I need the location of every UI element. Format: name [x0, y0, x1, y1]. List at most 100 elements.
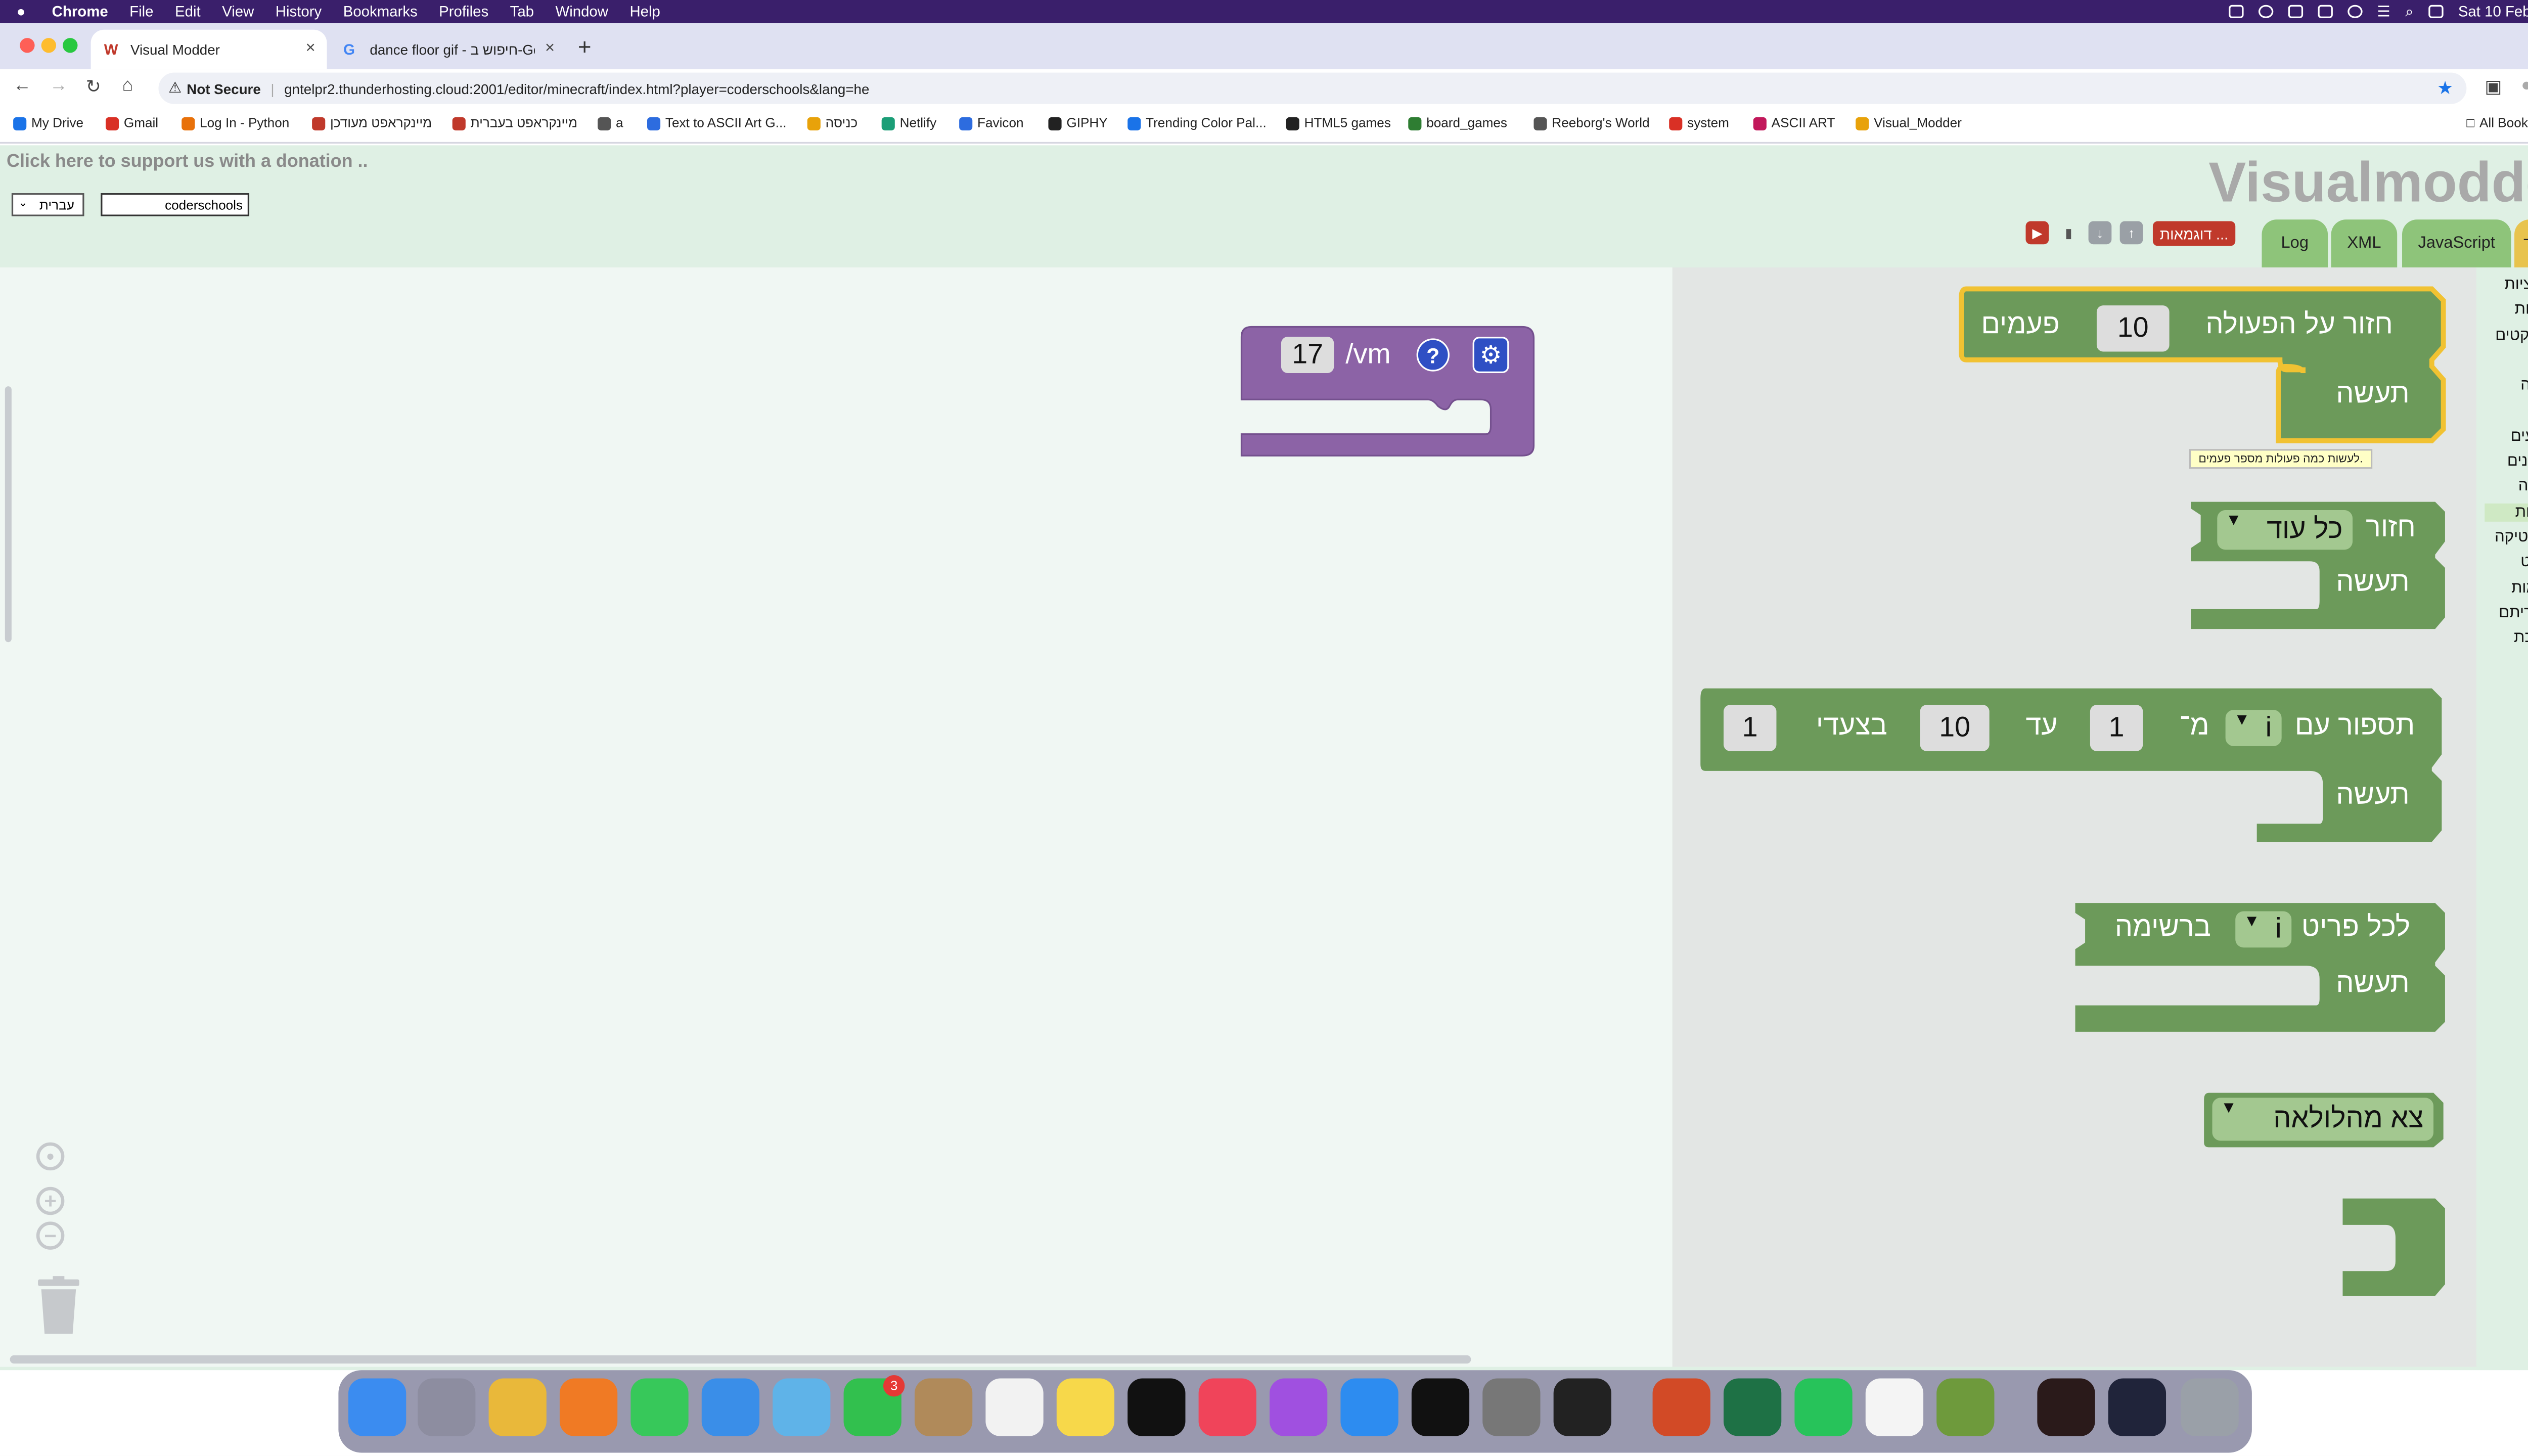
back-icon[interactable]: ← — [13, 76, 31, 96]
loop-container-block[interactable] — [2336, 1195, 2448, 1301]
bookmark-item[interactable]: מיינקראפט מעודכן — [312, 116, 432, 130]
warning-icon[interactable]: ⚠ — [168, 79, 182, 98]
security-label[interactable]: Not Secure — [187, 80, 261, 97]
powerpoint-icon[interactable] — [1652, 1378, 1710, 1436]
control-center-icon[interactable] — [2428, 5, 2444, 18]
menu-file[interactable]: File — [129, 4, 153, 20]
launchpad-icon[interactable] — [418, 1378, 476, 1436]
zoom-window-icon[interactable] — [63, 38, 78, 53]
recenter-icon[interactable]: • — [36, 1142, 65, 1171]
address-bar[interactable]: ⚠ Not Secure | gntelpr2.thunderhosting.c… — [158, 72, 2467, 104]
pycharm-icon[interactable] — [1411, 1378, 1470, 1436]
category-item[interactable]: טקסט — [2520, 554, 2528, 572]
all-bookmarks[interactable]: □ All Bookmarks — [2466, 116, 2528, 130]
menu-history[interactable]: History — [276, 4, 322, 20]
trash-button[interactable]: ▮ — [2057, 221, 2081, 245]
reload-icon[interactable]: ↻ — [86, 76, 101, 97]
minecraft-launcher-icon[interactable] — [1936, 1378, 1995, 1436]
finder-icon[interactable] — [348, 1378, 407, 1436]
music-icon[interactable] — [1198, 1378, 1256, 1436]
contacts-icon[interactable] — [914, 1378, 973, 1436]
zoom-in-icon[interactable]: + — [36, 1187, 65, 1215]
status-icon[interactable] — [2258, 5, 2273, 18]
apple-tv-icon[interactable] — [1127, 1378, 1186, 1436]
category-item[interactable]: אירועים — [2511, 427, 2528, 445]
app-store-icon[interactable] — [1340, 1378, 1398, 1436]
bookmark-item[interactable]: a — [598, 116, 623, 130]
for-from-field[interactable]: 1 — [2090, 705, 2143, 751]
wifi-icon[interactable]: ☰ — [2377, 3, 2390, 21]
zoom-out-icon[interactable]: − — [36, 1221, 65, 1250]
help-button[interactable]: ? — [1416, 338, 1450, 372]
play-icon[interactable] — [2347, 5, 2363, 18]
maps-icon[interactable] — [773, 1378, 831, 1436]
new-tab-icon[interactable]: + — [578, 33, 592, 59]
menu-view[interactable]: View — [222, 4, 254, 20]
upload-button[interactable]: ↑ — [2119, 221, 2143, 245]
close-window-icon[interactable] — [20, 38, 35, 53]
bookmark-item[interactable]: מיינקראפט בעברית — [452, 116, 577, 130]
screen-icon[interactable] — [2317, 5, 2333, 18]
player-input[interactable]: coderschools — [101, 193, 250, 216]
for-by-field[interactable]: 1 — [1723, 705, 1777, 751]
trash-icon[interactable] — [2181, 1378, 2239, 1436]
category-item[interactable]: לוגיקה — [2518, 478, 2528, 496]
system-settings-icon[interactable] — [1482, 1378, 1541, 1436]
close-tab-icon[interactable]: × — [306, 39, 315, 58]
menu-profiles[interactable]: Profiles — [439, 4, 488, 20]
bookmark-item[interactable]: Trending Color Pal... — [1127, 116, 1267, 130]
tab-javascript[interactable]: JavaScript — [2402, 219, 2511, 267]
tab-dance-floor[interactable]: G dance floor gif - חיפוש ב-Goo × — [330, 30, 566, 69]
bookmark-item[interactable]: ASCII ART — [1753, 116, 1835, 130]
home-icon[interactable]: ⌂ — [122, 76, 133, 96]
close-tab-icon[interactable]: × — [545, 39, 555, 58]
minecraft-icon[interactable] — [1553, 1378, 1611, 1436]
spotlight-icon[interactable]: ⌕ — [2405, 3, 2413, 21]
tab-code-snippets[interactable]: קטעי קוד — [2514, 219, 2528, 267]
workspace-vertical-scrollbar[interactable] — [5, 386, 12, 643]
category-item[interactable]: פונקציות — [2504, 276, 2528, 294]
notes-icon[interactable] — [1056, 1378, 1115, 1436]
for-variable-dropdown[interactable]: ▼ i — [2225, 710, 2282, 746]
repeat-times-field[interactable]: 10 — [2096, 305, 2170, 352]
grid-icon[interactable] — [2288, 5, 2303, 18]
bookmark-item[interactable]: Netlify — [881, 116, 936, 130]
workspace-trash-icon[interactable] — [36, 1276, 81, 1336]
category-item[interactable]: משתנים — [2507, 452, 2528, 471]
game-icon[interactable] — [2037, 1378, 2095, 1436]
minimize-window-icon[interactable] — [41, 38, 57, 53]
menubar-clock[interactable]: Sat 10 Feb 10:36 — [2458, 4, 2528, 20]
workspace-horizontal-scrollbar[interactable] — [10, 1355, 1471, 1364]
messages-icon[interactable] — [630, 1378, 689, 1436]
bookmark-item[interactable]: כניסה — [807, 116, 857, 130]
category-item[interactable]: פעולות — [2515, 301, 2528, 319]
tab-visual-modder[interactable]: W Visual Modder × — [91, 29, 327, 70]
firefox-icon[interactable] — [559, 1378, 618, 1436]
bookmark-item[interactable]: system — [1669, 116, 1729, 130]
menu-app-name[interactable]: Chrome — [52, 4, 108, 20]
examples-button[interactable]: דוגמאות ... — [2152, 221, 2236, 246]
category-item[interactable]: לולאות — [2485, 503, 2528, 521]
tab-log[interactable]: Log — [2262, 219, 2328, 267]
tab-xml[interactable]: XML — [2331, 219, 2398, 267]
run-button[interactable]: ▶ — [2025, 221, 2049, 245]
bookmark-item[interactable]: Visual_Modder — [1856, 116, 1962, 130]
bookmark-item[interactable]: Reeborg's World — [1533, 116, 1650, 130]
settings-gear-icon[interactable]: ⚙ — [1472, 337, 1509, 373]
whatsapp-icon[interactable] — [1794, 1378, 1853, 1436]
bookmark-item[interactable]: Text to ASCII Art G... — [647, 116, 786, 130]
side-panel-icon[interactable]: ▣ — [2485, 76, 2502, 97]
mail-icon[interactable] — [701, 1378, 760, 1436]
bookmark-item[interactable]: HTML5 games — [1286, 116, 1391, 130]
bookmark-star-icon[interactable]: ★ — [2437, 77, 2453, 99]
category-item[interactable]: מערכת — [2514, 629, 2528, 648]
vm-number-field[interactable]: 17 — [1281, 337, 1334, 373]
apple-icon[interactable]: ● — [17, 4, 26, 20]
category-item[interactable]: רשימות — [2511, 579, 2528, 597]
bookmark-item[interactable]: Gmail — [105, 116, 158, 130]
category-item[interactable]: אובייקטים — [2495, 326, 2528, 344]
menu-window[interactable]: Window — [555, 4, 608, 20]
category-item[interactable]: אלגוריתם — [2499, 604, 2528, 622]
category-item[interactable]: תנועה — [2520, 377, 2528, 395]
bookmark-item[interactable]: My Drive — [13, 116, 83, 130]
